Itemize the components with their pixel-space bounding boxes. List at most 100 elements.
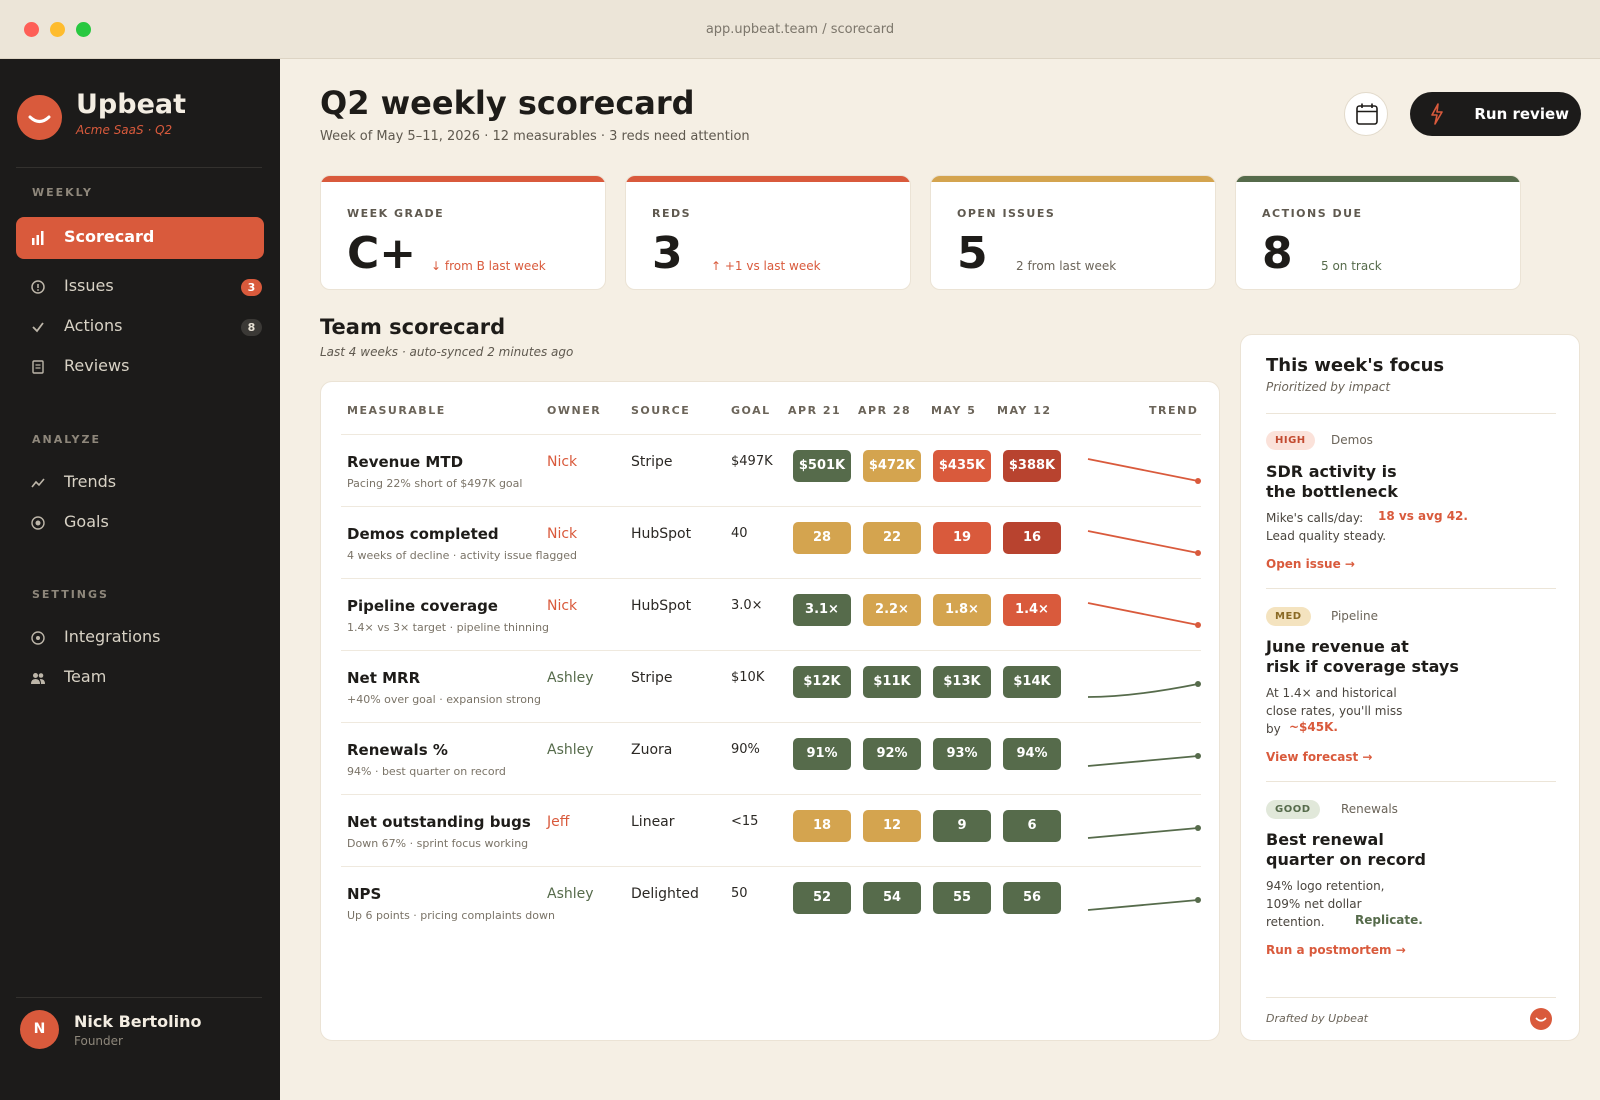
column-header: SOURCE xyxy=(631,404,691,417)
data-source: HubSpot xyxy=(631,598,692,614)
week-value-cell[interactable]: 2.2× xyxy=(863,594,921,626)
sidebar-item-goals[interactable]: Goals xyxy=(16,502,264,544)
week-value-cell[interactable]: 9 xyxy=(933,810,991,842)
scorecard-subtitle: Last 4 weeks · auto-synced 2 minutes ago xyxy=(320,345,574,359)
focus-heading-line: June revenue at xyxy=(1266,637,1409,656)
measurable-note: Pacing 22% short of $497K goal xyxy=(347,477,523,490)
week-value-cell[interactable]: 92% xyxy=(863,738,921,770)
data-source: Linear xyxy=(631,814,675,830)
week-value-cell[interactable]: $501K xyxy=(793,450,851,482)
alert-circle-icon xyxy=(31,280,45,294)
owner-name[interactable]: Ashley xyxy=(547,742,594,758)
week-value-cell[interactable]: 52 xyxy=(793,882,851,914)
data-source: Stripe xyxy=(631,670,673,686)
priority-tag-high: HIGH xyxy=(1266,431,1315,450)
week-value-cell[interactable]: $388K xyxy=(1003,450,1061,482)
sidebar-item-integrations[interactable]: Integrations xyxy=(16,617,264,659)
view-forecast-link[interactable]: View forecast → xyxy=(1266,750,1372,764)
week-value-cell[interactable]: 55 xyxy=(933,882,991,914)
week-value-cell[interactable]: 1.4× xyxy=(1003,594,1061,626)
kpi-card-open-issues: OPEN ISSUES 5 2 from last week xyxy=(930,175,1216,290)
kpi-value: 8 xyxy=(1262,228,1293,279)
owner-name[interactable]: Nick xyxy=(547,454,577,470)
column-header: MEASURABLE xyxy=(347,404,446,417)
section-label-settings: SETTINGS xyxy=(32,588,109,601)
column-header: APR 28 xyxy=(858,404,912,417)
sidebar-item-team[interactable]: Team xyxy=(16,657,264,699)
upbeat-logo-icon xyxy=(17,95,62,140)
measurable-note: +40% over goal · expansion strong xyxy=(347,693,541,706)
sidebar-item-trends[interactable]: Trends xyxy=(16,462,264,504)
table-row[interactable]: Net MRR +40% over goal · expansion strong… xyxy=(341,650,1201,722)
week-value-cell[interactable]: 54 xyxy=(863,882,921,914)
brand-subtitle: Acme SaaS · Q2 xyxy=(76,123,173,137)
check-icon xyxy=(32,322,44,333)
owner-name[interactable]: Nick xyxy=(547,598,577,614)
week-value-cell[interactable]: 93% xyxy=(933,738,991,770)
owner-name[interactable]: Ashley xyxy=(547,886,594,902)
sidebar-item-label: Trends xyxy=(64,472,117,491)
sidebar-item-actions[interactable]: Actions 8 xyxy=(16,306,264,348)
week-value-cell[interactable]: 16 xyxy=(1003,522,1061,554)
week-value-cell[interactable]: $12K xyxy=(793,666,851,698)
data-source: Stripe xyxy=(631,454,673,470)
week-value-cell[interactable]: 1.8× xyxy=(933,594,991,626)
calendar-icon xyxy=(1356,103,1378,125)
run-review-button[interactable]: Run review xyxy=(1410,92,1581,136)
table-row[interactable]: Net outstanding bugs Down 67% · sprint fo… xyxy=(341,794,1201,866)
week-value-cell[interactable]: 6 xyxy=(1003,810,1061,842)
sidebar-item-issues[interactable]: Issues 3 xyxy=(16,266,264,308)
week-value-cell[interactable]: 94% xyxy=(1003,738,1061,770)
trend-line-icon xyxy=(31,478,45,488)
measurable-name: Revenue MTD xyxy=(347,453,464,471)
kpi-card-reds: REDS 3 ↑ +1 vs last week xyxy=(625,175,911,290)
scorecard-title: Team scorecard xyxy=(320,315,506,339)
owner-name[interactable]: Nick xyxy=(547,526,577,542)
measurable-name: Renewals % xyxy=(347,741,448,759)
table-row[interactable]: Revenue MTD Pacing 22% short of $497K goa… xyxy=(341,434,1201,506)
window-titlebar: app.upbeat.team / scorecard xyxy=(0,0,1600,59)
sidebar-item-scorecard[interactable]: Scorecard xyxy=(16,217,264,259)
kpi-accent-bar xyxy=(626,176,910,182)
focus-body-line: 109% net dollar xyxy=(1266,897,1362,911)
week-value-cell[interactable]: 19 xyxy=(933,522,991,554)
priority-tag-med: MED xyxy=(1266,607,1311,626)
target-icon xyxy=(31,516,45,530)
week-value-cell[interactable]: 12 xyxy=(863,810,921,842)
trend-sparkline xyxy=(1087,897,1201,911)
week-value-cell[interactable]: 3.1× xyxy=(793,594,851,626)
trend-sparkline xyxy=(1087,825,1201,839)
data-source: Delighted xyxy=(631,886,699,902)
table-row[interactable]: NPS Up 6 points · pricing complaints down… xyxy=(341,866,1201,938)
kpi-accent-bar xyxy=(1236,176,1520,182)
week-value-cell[interactable]: 28 xyxy=(793,522,851,554)
sidebar-item-reviews[interactable]: Reviews xyxy=(16,346,264,388)
kpi-card-actions-due: ACTIONS DUE 8 5 on track xyxy=(1235,175,1521,290)
goal-value: $497K xyxy=(731,454,773,469)
sidebar-divider xyxy=(16,167,262,168)
priority-tag-good: GOOD xyxy=(1266,800,1320,819)
focus-body-line: 94% logo retention, xyxy=(1266,879,1385,893)
week-value-cell[interactable]: $13K xyxy=(933,666,991,698)
run-postmortem-link[interactable]: Run a postmortem → xyxy=(1266,943,1406,957)
focus-category: Demos xyxy=(1331,433,1373,447)
week-value-cell[interactable]: 22 xyxy=(863,522,921,554)
avatar[interactable]: N xyxy=(20,1010,59,1049)
week-value-cell[interactable]: 56 xyxy=(1003,882,1061,914)
table-row[interactable]: Demos completed 4 weeks of decline · acti… xyxy=(341,506,1201,578)
week-value-cell[interactable]: $11K xyxy=(863,666,921,698)
owner-name[interactable]: Ashley xyxy=(547,670,594,686)
week-value-cell[interactable]: $435K xyxy=(933,450,991,482)
open-issue-link[interactable]: Open issue → xyxy=(1266,557,1355,571)
table-row[interactable]: Renewals % 94% · best quarter on record As… xyxy=(341,722,1201,794)
data-source: HubSpot xyxy=(631,526,692,542)
week-value-cell[interactable]: $14K xyxy=(1003,666,1061,698)
week-value-cell[interactable]: 91% xyxy=(793,738,851,770)
focus-panel: This week's focus Prioritized by impact … xyxy=(1240,334,1580,1041)
owner-name[interactable]: Jeff xyxy=(547,814,569,830)
sidebar-item-label: Actions xyxy=(64,316,123,335)
table-row[interactable]: Pipeline coverage 1.4× vs 3× target · pip… xyxy=(341,578,1201,650)
week-value-cell[interactable]: $472K xyxy=(863,450,921,482)
calendar-button[interactable] xyxy=(1344,92,1388,136)
week-value-cell[interactable]: 18 xyxy=(793,810,851,842)
